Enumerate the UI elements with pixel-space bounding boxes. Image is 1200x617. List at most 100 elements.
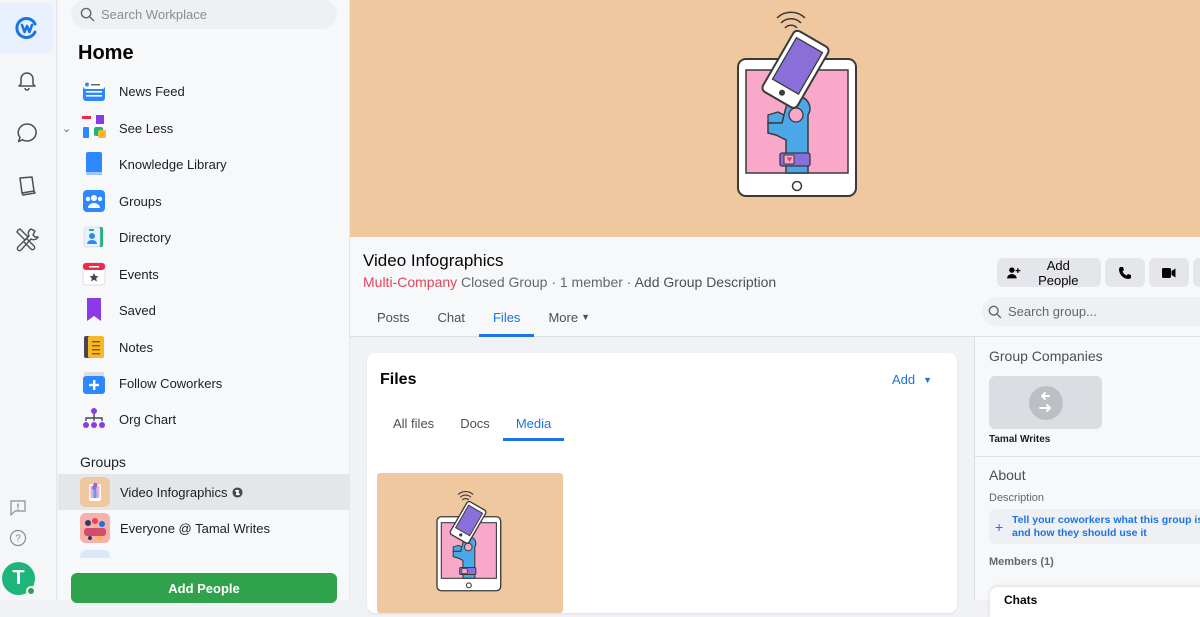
- feedback-icon: [10, 500, 26, 516]
- group-cover-photo: [350, 0, 1200, 237]
- group-right-column: Group Companies Tamal Writes About Descr…: [974, 337, 1200, 617]
- notifications-button[interactable]: [0, 55, 54, 105]
- org-chart-icon: [81, 406, 107, 432]
- add-description-prompt[interactable]: + Tell your coworkers what this group is…: [989, 509, 1200, 544]
- tab-docs[interactable]: Docs: [447, 405, 503, 441]
- book-icon: [81, 151, 107, 177]
- swap-arrows-icon: [1028, 385, 1063, 420]
- group-thumbnail: [80, 477, 110, 507]
- meta-separator: ·: [626, 274, 632, 290]
- sidebar-item-news-feed[interactable]: News Feed: [78, 74, 350, 108]
- sidebar-item-org-chart[interactable]: Org Chart: [78, 402, 350, 436]
- sidebar-item-label: Directory: [119, 229, 172, 245]
- notes-icon: [81, 334, 107, 360]
- prompt-line-1: Tell your coworkers what this group is: [1012, 513, 1200, 526]
- tab-chat[interactable]: Chat: [424, 299, 479, 335]
- calendar-icon: [81, 261, 107, 287]
- apps-icon: [81, 115, 107, 141]
- user-avatar[interactable]: T: [2, 562, 36, 596]
- sidebar: Home News Feed ⌄ See Less Knowledge Libr…: [58, 0, 350, 603]
- group-search-input[interactable]: [1008, 304, 1188, 319]
- group-search[interactable]: [982, 297, 1200, 326]
- workplace-search-input[interactable]: [101, 7, 321, 22]
- prompt-line-2: and how they should use it: [1012, 526, 1147, 539]
- workplace-search[interactable]: [71, 0, 337, 29]
- sidebar-item-saved[interactable]: Saved: [78, 293, 350, 327]
- add-file-dropdown[interactable]: Add ▼: [892, 372, 932, 387]
- group-thumbnail-partial: [80, 550, 110, 558]
- sidebar-item-label: Notes: [119, 339, 153, 355]
- chat-button[interactable]: [0, 108, 54, 158]
- help-button[interactable]: ?: [8, 528, 28, 548]
- group-tabs: Posts Chat Files More ▼: [363, 299, 604, 337]
- avatar-initial: T: [12, 567, 25, 589]
- group-header: Video Infographics Multi-Company Closed …: [350, 237, 1200, 337]
- about-heading: About: [989, 467, 1026, 483]
- tab-posts[interactable]: Posts: [363, 299, 424, 335]
- company-card[interactable]: [989, 376, 1102, 429]
- tab-media[interactable]: Media: [502, 405, 565, 441]
- bookmark-icon: [81, 297, 107, 323]
- sidebar-item-follow-coworkers[interactable]: Follow Coworkers: [78, 366, 350, 400]
- sidebar-item-directory[interactable]: Directory: [78, 220, 350, 254]
- multi-company-link[interactable]: Multi-Company: [363, 274, 457, 290]
- bell-icon: [18, 72, 36, 91]
- add-person-icon: [1007, 266, 1021, 278]
- tab-label: All files: [393, 415, 435, 431]
- tab-label: More: [548, 309, 579, 325]
- more-actions-button[interactable]: [1193, 258, 1200, 287]
- admin-tools-button[interactable]: [0, 214, 54, 264]
- group-item-video-infographics[interactable]: Video Infographics: [58, 474, 349, 510]
- tab-label: Posts: [377, 309, 410, 325]
- tab-all-files[interactable]: All files: [380, 405, 447, 441]
- audio-call-button[interactable]: [1105, 258, 1145, 287]
- sidebar-item-groups[interactable]: Groups: [78, 184, 350, 218]
- chats-popup[interactable]: Chats: [990, 587, 1200, 617]
- knowledge-library-button[interactable]: [0, 161, 54, 211]
- video-call-button[interactable]: [1149, 258, 1189, 287]
- group-thumbnail: [80, 513, 110, 543]
- phone-icon: [1119, 266, 1131, 279]
- media-item-thumbnail[interactable]: [377, 473, 563, 613]
- book-icon: [19, 176, 36, 196]
- multi-company-globe-icon: [232, 486, 243, 498]
- meta-separator: ·: [551, 274, 556, 290]
- add-people-label: Add People: [1038, 257, 1079, 288]
- groups-heading: Groups: [80, 454, 126, 470]
- group-title: Video Infographics: [363, 251, 504, 270]
- sidebar-item-label: Saved: [119, 302, 156, 318]
- description-label: Description: [989, 492, 1045, 504]
- group-label: Video Infographics: [120, 484, 228, 500]
- sidebar-item-events[interactable]: Events: [78, 257, 350, 291]
- caret-down-icon: ▼: [923, 374, 932, 385]
- divider: [975, 456, 1200, 457]
- sidebar-item-notes[interactable]: Notes: [78, 330, 350, 364]
- member-count[interactable]: 1 member: [560, 274, 623, 290]
- search-icon: [80, 7, 95, 22]
- add-people-button[interactable]: Add People: [71, 573, 337, 603]
- sidebar-item-label: Org Chart: [119, 411, 177, 427]
- sidebar-item-label: Knowledge Library: [119, 156, 227, 172]
- group-item-everyone[interactable]: Everyone @ Tamal Writes: [58, 510, 349, 546]
- tab-more[interactable]: More ▼: [534, 299, 604, 335]
- sidebar-item-see-less[interactable]: ⌄ See Less: [58, 111, 350, 145]
- chat-bubble-icon: [17, 123, 37, 143]
- add-group-description-link[interactable]: Add Group Description: [635, 274, 777, 290]
- feedback-button[interactable]: [8, 498, 28, 518]
- directory-icon: [81, 224, 107, 250]
- sidebar-item-label: Events: [119, 266, 159, 282]
- company-name[interactable]: Tamal Writes: [989, 434, 1050, 445]
- chevron-down-icon: ⌄: [62, 122, 72, 135]
- add-people-header-button[interactable]: Add People: [997, 257, 1101, 288]
- sidebar-item-knowledge-library[interactable]: Knowledge Library: [78, 147, 350, 181]
- tab-label: Docs: [460, 415, 490, 431]
- workplace-logo-button[interactable]: [0, 3, 54, 53]
- tab-files[interactable]: Files: [478, 299, 535, 337]
- cover-illustration: [737, 11, 857, 197]
- help-icon: ?: [9, 529, 27, 547]
- group-main: Video Infographics Multi-Company Closed …: [350, 0, 1200, 617]
- home-heading: Home: [78, 42, 134, 64]
- follow-icon: [81, 370, 107, 396]
- chats-label: Chats: [1004, 593, 1038, 607]
- tools-icon: [16, 228, 39, 252]
